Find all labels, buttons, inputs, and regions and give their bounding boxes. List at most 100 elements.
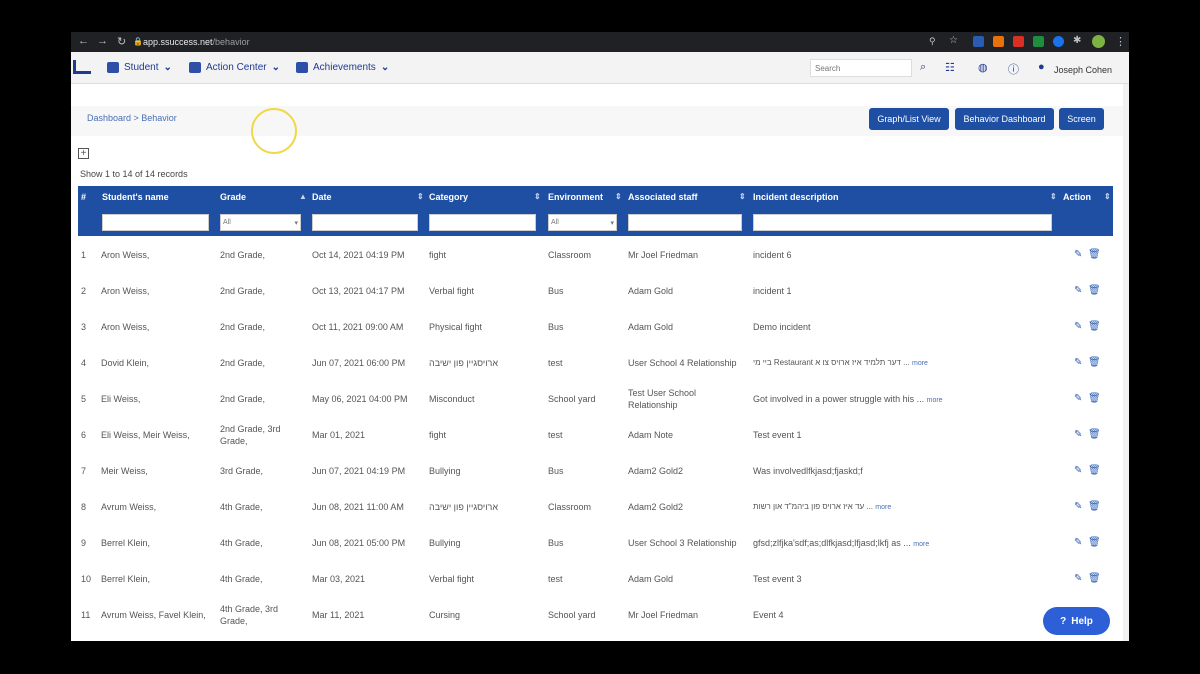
more-link[interactable]: more [927,397,943,404]
sort-icon[interactable]: ⇕ [739,192,746,201]
associated-staff: Adam2 Gold2 [628,502,684,512]
back-icon[interactable]: ← [78,35,89,47]
col-environment[interactable]: Environment [548,192,603,202]
group-icon[interactable]: ☷ [945,61,955,74]
row-number: 3 [81,322,87,332]
extension-icon[interactable] [1013,36,1024,47]
associated-staff: User School 3 Relationship [628,538,737,548]
environment: Bus [548,286,564,296]
col-grade[interactable]: Grade [220,192,246,202]
sort-icon[interactable]: ⇕ [1104,192,1111,201]
edit-icon[interactable]: ✎ [1074,501,1082,512]
edit-icon[interactable]: ✎ [1074,285,1082,296]
extension-icon[interactable] [1053,36,1064,47]
star-icon[interactable]: ☆ [949,35,958,46]
grade: 2nd Grade, 3rd Grade, [220,424,281,446]
trash-icon[interactable]: 🗑 [1088,501,1101,512]
edit-icon[interactable]: ✎ [1074,393,1082,404]
date: Mar 01, 2021 [312,430,366,440]
help-button[interactable]: ? Help [1043,607,1110,635]
trash-icon[interactable]: 🗑 [1088,357,1101,368]
forward-icon[interactable]: → [97,35,108,47]
search-input[interactable] [810,59,912,77]
app-window: ← → ↻ 🔒 app.ssuccess.net/behavior ⚲ ☆ ✱ … [71,32,1129,641]
search-icon[interactable]: ⌕ [920,61,926,74]
edit-icon[interactable]: ✎ [1074,465,1082,476]
trash-icon[interactable]: 🗑 [1088,393,1101,404]
sort-icon[interactable]: ⇕ [615,192,622,201]
date-filter-input[interactable] [312,214,418,231]
grade: 2nd Grade, [220,250,266,260]
col-category[interactable]: Category [429,192,468,202]
trash-icon[interactable]: 🗑 [1088,321,1101,332]
category: Cursing [429,610,461,620]
trash-icon[interactable]: 🗑 [1088,573,1101,584]
edit-icon[interactable]: ✎ [1074,537,1082,548]
sort-icon[interactable]: ⇕ [534,192,541,201]
nav-student[interactable]: Student ⌄ [107,62,172,73]
sort-icon[interactable]: ⇕ [417,192,424,201]
edit-icon[interactable]: ✎ [1074,357,1082,368]
trash-icon[interactable]: 🗑 [1088,537,1101,548]
nav-achievements[interactable]: Achievements ⌄ [296,62,389,73]
category-filter-input[interactable] [429,214,536,231]
col-associated-staff[interactable]: Associated staff [628,192,698,202]
edit-icon[interactable]: ✎ [1074,573,1082,584]
expand-plus-icon[interactable]: + [78,148,89,159]
col-number[interactable]: # [81,192,86,202]
table-header: # Student's name Grade ▲ Date ⇕ Category… [78,186,1113,208]
name-filter-input[interactable] [102,214,209,231]
environment-filter-value: All [551,219,559,226]
logo[interactable] [73,60,91,74]
col-incident-description[interactable]: Incident description [753,192,839,202]
category: Bullying [429,466,461,476]
more-link[interactable]: more [912,360,928,367]
row-number: 6 [81,430,87,440]
more-link[interactable]: more [913,541,929,548]
date: May 06, 2021 04:00 PM [312,394,408,404]
grade: 2nd Grade, [220,322,266,332]
extension-icon[interactable] [973,36,984,47]
puzzle-icon[interactable]: ✱ [1073,35,1081,46]
col-date[interactable]: Date [312,192,332,202]
sort-icon[interactable]: ▲ [299,192,307,201]
trash-icon[interactable]: 🗑 [1088,249,1101,260]
trash-icon[interactable]: 🗑 [1088,285,1101,296]
grade-filter-select[interactable]: All ▾ [220,214,301,231]
edit-icon[interactable]: ✎ [1074,429,1082,440]
description-filter-input[interactable] [753,214,1052,231]
trash-icon[interactable]: 🗑 [1088,429,1101,440]
extension-icon[interactable] [993,36,1004,47]
nav-action-center[interactable]: Action Center ⌄ [189,62,280,73]
col-student-name[interactable]: Student's name [102,192,169,202]
environment-filter-select[interactable]: All ▾ [548,214,617,231]
reload-icon[interactable]: ↻ [117,35,126,48]
location-icon[interactable]: ⚲ [929,36,936,47]
table-row: 6 Eli Weiss, Meir Weiss, 2nd Grade, 3rd … [78,417,1113,453]
edit-icon[interactable]: ✎ [1074,321,1082,332]
edit-icon[interactable]: ✎ [1074,249,1082,260]
behavior-dashboard-button[interactable]: Behavior Dashboard [955,108,1054,130]
breadcrumb[interactable]: Dashboard > Behavior [87,113,177,123]
screen-button[interactable]: Screen [1059,108,1104,130]
user-menu[interactable]: Joseph Cohen [1054,65,1112,75]
staff-filter-input[interactable] [628,214,742,231]
globe-icon[interactable]: ◍ [978,61,988,74]
users-icon [107,62,119,73]
info-icon[interactable]: ⓘ [1008,61,1019,77]
more-link[interactable]: more [875,504,891,511]
trash-icon[interactable]: 🗑 [1088,465,1101,476]
filter-row: All ▾ All ▾ [78,208,1113,236]
calendar-icon [189,62,201,73]
scrollbar[interactable] [1123,84,1129,641]
user-icon[interactable]: ● [1038,61,1045,73]
address-bar[interactable]: app.ssuccess.net/behavior [143,37,250,47]
cursor-highlight [251,108,297,154]
environment: School yard [548,610,596,620]
extension-icon[interactable] [1033,36,1044,47]
graph-list-view-button[interactable]: Graph/List View [869,108,949,130]
environment: Classroom [548,502,592,512]
sort-icon[interactable]: ⇕ [1050,192,1057,201]
menu-icon[interactable]: ⋮ [1115,35,1126,48]
profile-avatar[interactable] [1092,35,1105,48]
